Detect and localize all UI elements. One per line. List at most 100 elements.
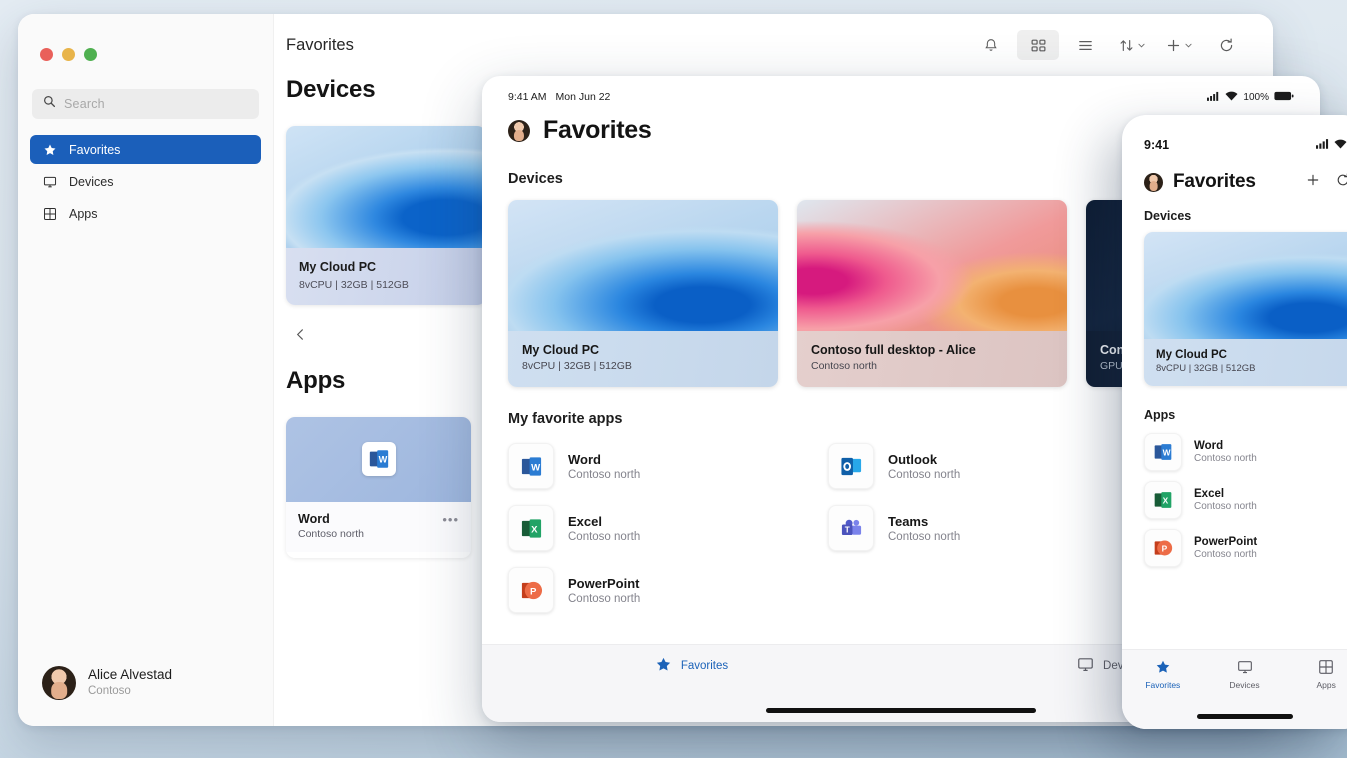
page-title: Favorites bbox=[543, 116, 652, 144]
refresh-icon[interactable] bbox=[1335, 172, 1347, 193]
tab-apps[interactable]: Apps bbox=[1285, 659, 1347, 729]
phone-window: 9:41 Favorites Devices My Cloud PC 8vCPU… bbox=[1122, 115, 1347, 729]
device-name: My Cloud PC bbox=[1156, 349, 1227, 361]
add-icon[interactable] bbox=[1158, 30, 1200, 60]
list-item[interactable]: P PowerPoint Contoso north bbox=[508, 563, 808, 617]
phone-status-bar: 9:41 bbox=[1122, 115, 1347, 165]
powerpoint-icon: P bbox=[508, 567, 554, 613]
carousel-prev-button[interactable] bbox=[286, 321, 314, 349]
monitor-icon bbox=[1237, 659, 1253, 677]
desktop-toolbar: Favorites bbox=[274, 14, 1273, 76]
section-title-devices: Devices bbox=[1144, 209, 1192, 223]
cellular-signal-icon bbox=[1207, 91, 1220, 104]
app-name: PowerPoint bbox=[568, 575, 640, 591]
device-card[interactable]: My Cloud PC 8vCPU | 32GB | 512GB bbox=[1144, 232, 1347, 386]
page-title: Favorites bbox=[286, 35, 354, 54]
svg-text:X: X bbox=[531, 524, 538, 535]
app-name: Excel bbox=[1194, 488, 1225, 500]
tablet-status-bar: 9:41 AM Mon Jun 22 100% bbox=[482, 76, 1320, 112]
app-org: Contoso north bbox=[1194, 501, 1257, 512]
status-date: Mon Jun 22 bbox=[555, 91, 611, 103]
avatar bbox=[42, 666, 76, 700]
svg-text:W: W bbox=[378, 455, 387, 465]
app-list: W Word Contoso north X Excel Contoso nor… bbox=[1144, 428, 1347, 572]
add-icon[interactable] bbox=[1305, 172, 1321, 193]
cellular-signal-icon bbox=[1316, 138, 1330, 152]
phone-content: Devices My Cloud PC 8vCPU | 32GB | 512GB… bbox=[1122, 193, 1347, 649]
sidebar-item-apps[interactable]: Apps bbox=[30, 199, 261, 228]
sidebar-item-label: Apps bbox=[69, 206, 98, 221]
grid-view-icon[interactable] bbox=[1017, 30, 1059, 60]
search-icon bbox=[43, 95, 56, 113]
status-time: 9:41 bbox=[1144, 138, 1170, 152]
home-indicator bbox=[766, 708, 1036, 713]
list-item[interactable]: Outlook Contoso north bbox=[828, 439, 1128, 493]
powerpoint-icon: P bbox=[1144, 529, 1182, 567]
sidebar-item-devices[interactable]: Devices bbox=[30, 167, 261, 196]
wifi-icon bbox=[1225, 91, 1238, 104]
list-item[interactable]: W Word Contoso north bbox=[1144, 428, 1347, 476]
app-more-menu[interactable]: ••• bbox=[442, 512, 459, 527]
device-card[interactable]: My Cloud PC 8vCPU | 32GB | 512GB bbox=[508, 200, 778, 387]
app-name: Excel bbox=[568, 513, 602, 529]
list-item[interactable]: P PowerPoint Contoso north bbox=[1144, 524, 1347, 572]
user-profile[interactable]: Alice Alvestad Contoso bbox=[18, 648, 273, 726]
battery-percent: 100% bbox=[1243, 91, 1269, 103]
close-window-button[interactable] bbox=[40, 48, 53, 61]
sort-icon[interactable] bbox=[1111, 30, 1153, 60]
device-name: Contoso full desktop - Alice bbox=[811, 343, 976, 357]
svg-text:X: X bbox=[1163, 495, 1169, 505]
app-org: Contoso north bbox=[888, 468, 961, 481]
grid-icon bbox=[1318, 659, 1334, 677]
tab-label: Favorites bbox=[680, 660, 729, 672]
svg-text:W: W bbox=[1163, 447, 1171, 457]
list-item[interactable]: T Teams Contoso north bbox=[828, 501, 1128, 555]
monitor-icon bbox=[42, 174, 58, 190]
maximize-window-button[interactable] bbox=[84, 48, 97, 61]
refresh-icon[interactable] bbox=[1205, 30, 1247, 60]
app-org: Contoso north bbox=[298, 527, 364, 540]
section-title-apps: Apps bbox=[1144, 408, 1176, 422]
avatar[interactable] bbox=[508, 119, 530, 142]
device-thumbnail bbox=[797, 200, 1067, 331]
app-org: Contoso north bbox=[888, 530, 961, 543]
tab-favorites[interactable]: Favorites bbox=[1122, 659, 1204, 729]
app-org: Contoso north bbox=[1194, 549, 1257, 560]
chevron-down-icon bbox=[1185, 43, 1192, 47]
device-card[interactable]: My Cloud PC 8vCPU | 32GB | 512GB bbox=[286, 126, 486, 305]
app-name: Word bbox=[298, 511, 330, 526]
device-card[interactable]: Contoso full desktop - Alice Contoso nor… bbox=[797, 200, 1067, 387]
sidebar: Search Favorites Devices Apps Alice Alve… bbox=[18, 14, 274, 726]
device-name: My Cloud PC bbox=[299, 260, 377, 274]
user-org: Contoso bbox=[88, 684, 131, 697]
tab-favorites[interactable]: Favorites bbox=[482, 656, 901, 676]
svg-text:T: T bbox=[844, 525, 849, 534]
sidebar-nav: Favorites Devices Apps bbox=[18, 135, 273, 228]
phone-header: Favorites bbox=[1122, 165, 1347, 193]
monitor-icon bbox=[1077, 656, 1094, 676]
list-item[interactable]: W Word Contoso north bbox=[508, 439, 808, 493]
device-spec: Contoso north bbox=[811, 360, 877, 372]
minimize-window-button[interactable] bbox=[62, 48, 75, 61]
list-view-icon[interactable] bbox=[1064, 30, 1106, 60]
avatar[interactable] bbox=[1144, 172, 1163, 192]
list-item[interactable]: X Excel Contoso north bbox=[1144, 476, 1347, 524]
device-thumbnail bbox=[1144, 232, 1347, 339]
home-indicator bbox=[1196, 714, 1293, 719]
app-card[interactable]: W Word Contoso north ••• bbox=[286, 416, 471, 558]
sidebar-item-favorites[interactable]: Favorites bbox=[30, 135, 261, 164]
device-thumbnail bbox=[508, 200, 778, 331]
device-thumbnail bbox=[286, 126, 486, 248]
app-name: Outlook bbox=[888, 451, 938, 467]
app-name: Word bbox=[1194, 440, 1224, 452]
word-icon: W bbox=[508, 443, 554, 489]
star-icon bbox=[1155, 659, 1171, 677]
toolbar-actions bbox=[970, 30, 1247, 60]
notifications-bell-icon[interactable] bbox=[970, 30, 1012, 60]
excel-icon: X bbox=[508, 505, 554, 551]
search-input[interactable]: Search bbox=[32, 89, 259, 119]
list-item[interactable]: X Excel Contoso north bbox=[508, 501, 808, 555]
chevron-left-icon bbox=[296, 329, 303, 340]
app-name: PowerPoint bbox=[1194, 536, 1258, 548]
grid-icon bbox=[42, 206, 58, 222]
